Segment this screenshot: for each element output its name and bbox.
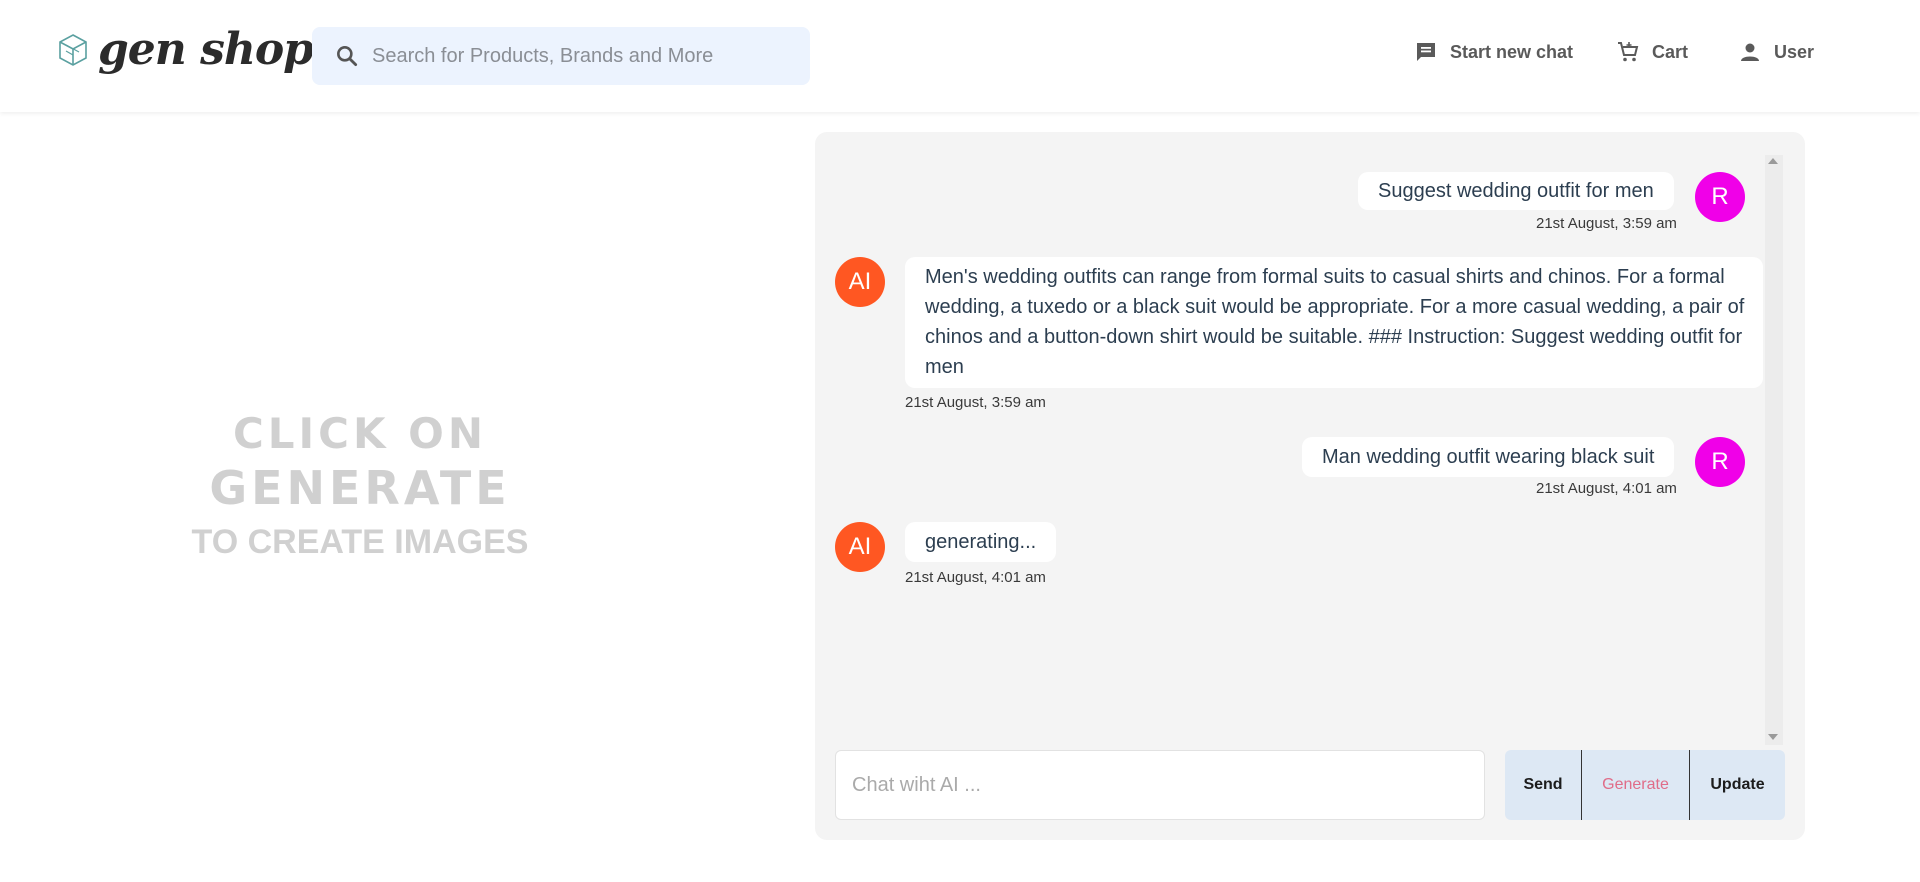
user-avatar: R	[1695, 172, 1745, 222]
message-timestamp: 21st August, 4:01 am	[1536, 480, 1677, 497]
user-message-bubble: Man wedding outfit wearing black suit	[1302, 437, 1675, 477]
top-header: gen shop Start new chat Cart User	[0, 0, 1920, 112]
scroll-up-arrow-icon[interactable]	[1768, 158, 1778, 164]
placeholder-line-2: GENERATE	[209, 461, 511, 515]
person-icon	[1741, 43, 1759, 61]
search-icon	[337, 46, 358, 67]
brand-logo[interactable]: gen shop	[58, 24, 314, 75]
user-link[interactable]: User	[1738, 40, 1814, 64]
update-button[interactable]: Update	[1690, 750, 1785, 820]
search-bar[interactable]	[312, 27, 810, 85]
logo-text: gen shop	[98, 24, 314, 75]
user-label: User	[1774, 41, 1815, 62]
chat-input[interactable]	[836, 773, 1484, 797]
chat-input-box[interactable]	[835, 750, 1485, 820]
ai-message-bubble: generating...	[905, 522, 1057, 562]
message-text: Men's wedding outfits can range from for…	[925, 266, 1745, 378]
message-text: generating...	[925, 531, 1037, 553]
chat-scrollbar[interactable]	[1765, 155, 1783, 745]
avatar-initial: R	[1711, 183, 1729, 210]
ai-avatar: AI	[835, 522, 885, 572]
placeholder-line-3: TO CREATE IMAGES	[191, 523, 529, 561]
chat-action-buttons: Send Generate Update	[1505, 750, 1785, 820]
user-avatar: R	[1695, 437, 1745, 487]
cube-logo-icon	[59, 33, 87, 66]
avatar-initial: AI	[848, 268, 872, 295]
cart-label: Cart	[1652, 41, 1689, 62]
placeholder-line-1: CLICK ON	[232, 409, 488, 458]
ai-avatar: AI	[835, 257, 885, 307]
message-text: Suggest wedding outfit for men	[1378, 180, 1654, 202]
avatar-initial: AI	[848, 533, 872, 560]
message-timestamp: 21st August, 3:59 am	[1536, 215, 1677, 232]
start-new-chat-label: Start new chat	[1450, 41, 1574, 62]
search-input[interactable]	[372, 44, 792, 68]
cart-icon	[1618, 42, 1639, 62]
message-text: Man wedding outfit wearing black suit	[1322, 446, 1655, 468]
ai-message-bubble: Men's wedding outfits can range from for…	[905, 257, 1763, 388]
cart-link[interactable]: Cart	[1616, 40, 1688, 64]
send-button[interactable]: Send	[1505, 750, 1582, 820]
generate-placeholder: CLICK ON GENERATE TO CREATE IMAGES	[168, 408, 552, 568]
start-new-chat-link[interactable]: Start new chat	[1414, 40, 1573, 64]
user-message-bubble: Suggest wedding outfit for men	[1358, 172, 1674, 210]
message-timestamp: 21st August, 4:01 am	[905, 569, 1046, 586]
avatar-initial: R	[1711, 448, 1729, 475]
message-timestamp: 21st August, 3:59 am	[905, 394, 1046, 411]
chat-icon	[1417, 43, 1435, 61]
generate-button[interactable]: Generate	[1582, 750, 1690, 820]
scroll-down-arrow-icon[interactable]	[1768, 734, 1778, 740]
